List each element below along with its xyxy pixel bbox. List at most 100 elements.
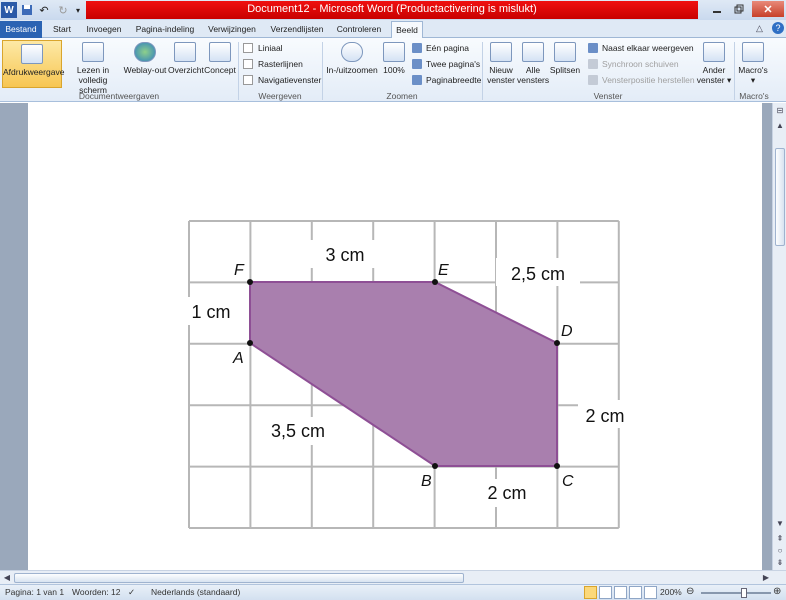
overzicht-button[interactable]: Overzicht	[168, 42, 204, 75]
vertex-dot-f	[247, 279, 253, 285]
zoom-level[interactable]: 200%	[660, 587, 682, 597]
tab-beeld[interactable]: Beeld	[391, 21, 423, 38]
minimize-ribbon-icon[interactable]: △	[756, 23, 763, 34]
vertex-dot-c	[554, 463, 560, 469]
web-layout-icon	[134, 42, 156, 62]
one-page-icon	[412, 43, 422, 53]
splitsen-button[interactable]: Splitsen	[549, 42, 581, 75]
hexagon-figure: 3 cm 2,5 cm 1 cm 2 cm 3,5 cm 2 cm F E D …	[180, 220, 630, 529]
print-layout-view-icon[interactable]	[584, 586, 597, 599]
scroll-down-icon[interactable]: ▼	[774, 518, 786, 530]
arrange-all-icon	[522, 42, 544, 62]
vertex-label-a: A	[232, 350, 244, 367]
new-window-icon	[490, 42, 512, 62]
checkbox-icon	[243, 75, 253, 85]
sync-scroll-icon	[588, 59, 598, 69]
save-icon[interactable]	[19, 2, 35, 18]
tab-controleren[interactable]: Controleren	[332, 21, 386, 38]
zoom-in-icon[interactable]: ⊕	[773, 586, 781, 597]
vertex-dot-b	[432, 463, 438, 469]
naast-elkaar-button[interactable]: Naast elkaar weergeven	[588, 41, 694, 55]
browse-object-icon[interactable]: ○	[774, 545, 786, 557]
reset-window-icon	[588, 75, 598, 85]
scroll-left-icon[interactable]: ◀	[1, 572, 13, 584]
een-pagina-button[interactable]: Eén pagina	[412, 41, 469, 55]
synchroon-schuiven-button[interactable]: Synchroon schuiven	[588, 57, 679, 71]
full-screen-reading-icon	[82, 42, 104, 62]
two-pages-icon	[412, 59, 422, 69]
status-bar: Pagina: 1 van 1 Woorden: 12 ✓ Nederlands…	[0, 584, 786, 600]
tab-invoegen[interactable]: Invoegen	[82, 21, 126, 38]
zoom-slider[interactable]	[701, 592, 771, 594]
web-layout-view-icon[interactable]	[614, 586, 627, 599]
ruler-toggle-icon[interactable]: ⊟	[774, 105, 786, 117]
scroll-up-icon[interactable]: ▲	[774, 120, 786, 132]
tab-verwijzingen[interactable]: Verwijzingen	[204, 21, 260, 38]
help-icon[interactable]: ?	[772, 22, 784, 34]
minimize-icon[interactable]	[706, 1, 728, 17]
checkbox-icon	[243, 43, 253, 53]
language-indicator[interactable]: Nederlands (standaard)	[151, 587, 240, 597]
restore-icon[interactable]	[728, 1, 750, 17]
liniaal-checkbox[interactable]: Liniaal	[243, 41, 283, 55]
vertex-label-d: D	[561, 323, 573, 340]
vertex-label-c: C	[562, 473, 574, 490]
tab-verzendlijsten[interactable]: Verzendlijsten	[266, 21, 328, 38]
zoom-100-icon	[383, 42, 405, 62]
vertical-scroll-thumb[interactable]	[775, 148, 785, 246]
rasterlijnen-checkbox[interactable]: Rasterlijnen	[243, 57, 303, 71]
outline-view-icon[interactable]	[629, 586, 642, 599]
in-uitzoomen-button[interactable]: In-/uitzoomen	[325, 42, 379, 75]
vertex-dot-a	[247, 340, 253, 346]
tab-start[interactable]: Start	[46, 21, 78, 38]
tab-pagina-indeling[interactable]: Pagina-indeling	[130, 21, 200, 38]
tab-bestand[interactable]: Bestand	[0, 21, 42, 38]
previous-page-icon[interactable]: ⇞	[774, 533, 786, 545]
lezen-volledig-scherm-button[interactable]: Lezen in volledig scherm	[64, 42, 122, 95]
draft-icon	[209, 42, 231, 62]
twee-paginas-button[interactable]: Twee pagina's	[412, 57, 480, 71]
ribbon: Afdrukweergave Lezen in volledig scherm …	[0, 38, 786, 102]
afdrukweergave-button[interactable]: Afdrukweergave	[2, 40, 64, 88]
alle-vensters-button[interactable]: Alle vensters	[517, 42, 549, 85]
page-count[interactable]: Pagina: 1 van 1	[5, 587, 64, 597]
label-ed: 2,5 cm	[511, 264, 565, 284]
weblay-out-button[interactable]: Weblay-out	[123, 42, 167, 75]
vertical-scrollbar[interactable]: ⊟ ▲ ▼ ⇞ ○ ⇟	[772, 103, 786, 570]
macros-button[interactable]: Macro's ▾	[736, 42, 770, 85]
word-count[interactable]: Woorden: 12	[72, 587, 121, 597]
zoom-slider-thumb[interactable]	[741, 588, 748, 598]
horizontal-scroll-thumb[interactable]	[14, 573, 464, 583]
ander-venster-button[interactable]: Ander venster ▾	[695, 42, 733, 85]
next-page-icon[interactable]: ⇟	[774, 557, 786, 569]
macros-icon	[742, 42, 764, 62]
draft-view-icon[interactable]	[644, 586, 657, 599]
concept-button[interactable]: Concept	[203, 42, 237, 75]
spelling-check-icon[interactable]: ✓	[128, 587, 135, 598]
scroll-right-icon[interactable]: ▶	[760, 572, 772, 584]
nieuw-venster-button[interactable]: Nieuw venster	[485, 42, 517, 85]
document-page[interactable]: 3 cm 2,5 cm 1 cm 2 cm 3,5 cm 2 cm F E D …	[28, 103, 762, 570]
word-logo-icon[interactable]: W	[1, 2, 17, 18]
paginabreedte-button[interactable]: Paginabreedte	[412, 73, 481, 87]
checkbox-icon	[243, 59, 253, 69]
close-icon[interactable]: ✕	[752, 1, 784, 17]
zoom-100-button[interactable]: 100%	[381, 42, 407, 75]
navigatievenster-checkbox[interactable]: Navigatievenster	[243, 73, 321, 87]
full-screen-view-icon[interactable]	[599, 586, 612, 599]
group-label-weergeven: Weergeven	[258, 91, 302, 101]
vertex-dot-d	[554, 340, 560, 346]
split-icon	[554, 42, 576, 62]
zoom-out-icon[interactable]: ⊖	[686, 586, 694, 597]
label-fe: 3 cm	[325, 245, 364, 265]
title-bar: W ↶ ↻ ▾ Document12 - Microsoft Word (Pro…	[0, 0, 786, 20]
customize-icon[interactable]: ▾	[70, 2, 86, 18]
group-label-documentweergaven: Documentweergaven	[78, 91, 160, 101]
vensterpositie-herstellen-button[interactable]: Vensterpositie herstellen	[588, 73, 695, 87]
undo-icon[interactable]: ↶	[36, 2, 52, 18]
horizontal-scrollbar[interactable]: ◀ ▶	[0, 570, 786, 584]
outline-icon	[174, 42, 196, 62]
redo-icon[interactable]: ↻	[55, 2, 71, 18]
page-width-icon	[412, 75, 422, 85]
magnifier-icon	[341, 42, 363, 62]
